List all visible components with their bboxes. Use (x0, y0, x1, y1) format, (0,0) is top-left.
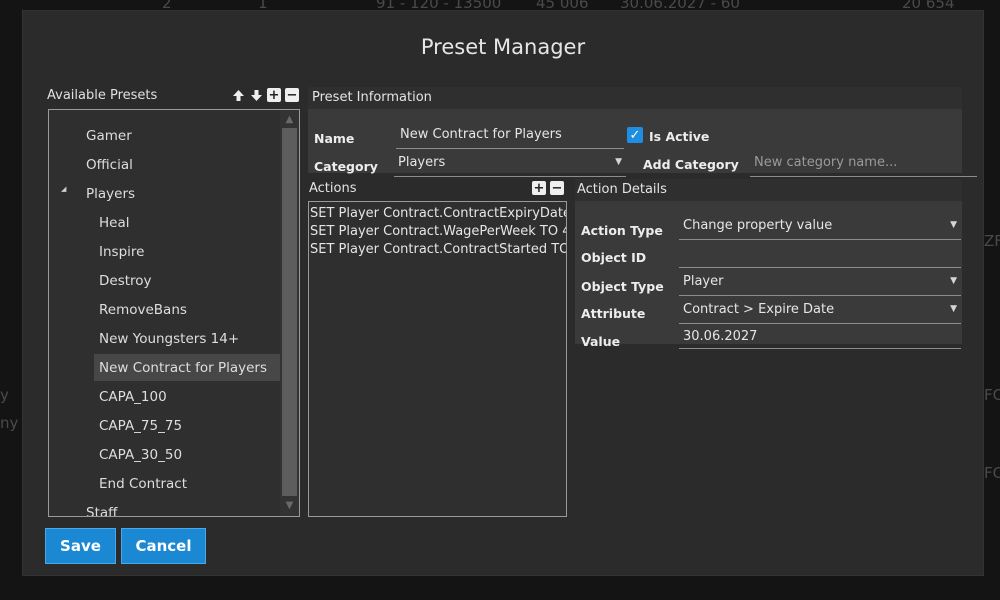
preset-toolbar: + − (231, 88, 299, 102)
tree-item-label: New Youngsters 14+ (99, 330, 240, 347)
add-category-input[interactable]: New category name... (750, 151, 977, 177)
chevron-down-icon: ▼ (950, 304, 957, 314)
chevron-down-icon: ▼ (950, 276, 957, 286)
name-value: New Contract for Players (400, 127, 562, 142)
add-category-placeholder: New category name... (754, 155, 898, 170)
object-type-value: Player (683, 274, 724, 289)
attribute-select[interactable]: Contract > Expire Date ▼ (679, 298, 961, 324)
plus-icon[interactable]: + (267, 88, 281, 102)
category-value: Players (398, 155, 446, 170)
bg-cell: y (0, 386, 9, 404)
tree-item-label: CAPA_100 (99, 388, 167, 405)
add-category-label: Add Category (643, 157, 739, 172)
actions-header: Actions + − (308, 179, 566, 199)
tree-item-label: End Contract (99, 475, 188, 492)
presets-tree[interactable]: Gamer Official Players ◢ Heal Inspire Destroy R… (48, 109, 300, 517)
minus-icon[interactable]: − (285, 88, 299, 102)
tree-item-label: Official (86, 156, 133, 173)
object-id-label: Object ID (581, 250, 647, 265)
is-active-label: Is Active (649, 129, 710, 144)
tree-item[interactable]: Players ◢ (49, 180, 281, 207)
tree-item[interactable]: CAPA_100 (49, 383, 281, 410)
arrow-up-icon[interactable] (231, 88, 245, 102)
save-button[interactable]: Save (45, 528, 116, 564)
tree-item-label: CAPA_75_75 (99, 417, 183, 434)
actions-list[interactable]: SET Player Contract.ContractExpiryDate T… (308, 201, 567, 517)
is-active-checkbox[interactable]: ✓ (627, 127, 643, 143)
list-item[interactable]: SET Player Contract.ContractStarted TO 0… (310, 242, 566, 257)
scroll-thumb[interactable] (282, 128, 297, 496)
category-label: Category (314, 159, 378, 174)
scroll-up-icon[interactable]: ▲ (280, 112, 299, 128)
tree-item[interactable]: Official (49, 151, 281, 178)
object-type-select[interactable]: Player ▼ (679, 270, 961, 296)
minus-icon[interactable]: − (550, 181, 564, 195)
chevron-down-icon: ▼ (615, 157, 622, 167)
action-details-panel: Action Details Action Type Change proper… (575, 179, 962, 349)
tree-item[interactable]: New Youngsters 14+ (49, 325, 281, 352)
plus-icon[interactable]: + (532, 181, 546, 195)
bg-cell: FC (984, 386, 1000, 404)
attribute-label: Attribute (581, 306, 646, 321)
tree-item-label: CAPA_30_50 (99, 446, 183, 463)
tree-item[interactable]: Staff (49, 499, 281, 517)
tree-item-label: Staff (86, 504, 118, 517)
preset-manager-dialog: Preset Manager Available Presets + − Gam… (22, 10, 984, 576)
tree-item-label: Heal (99, 214, 130, 231)
scroll-down-icon[interactable]: ▼ (280, 498, 299, 514)
expander-icon[interactable]: ◢ (61, 185, 66, 193)
action-details-title: Action Details (575, 179, 962, 201)
object-type-label: Object Type (581, 279, 664, 294)
list-item[interactable]: SET Player Contract.ContractExpiryDate T… (310, 206, 566, 221)
bg-cell: ny (0, 414, 19, 432)
tree-item-label: Gamer (86, 127, 132, 144)
action-type-value: Change property value (683, 218, 833, 233)
action-type-label: Action Type (581, 223, 663, 238)
list-item[interactable]: SET Player Contract.WagePerWeek TO 4500 (310, 224, 566, 239)
actions-title: Actions (309, 181, 357, 196)
tree-scrollbar[interactable]: ▲ ▼ (280, 110, 299, 516)
chevron-down-icon: ▼ (950, 220, 957, 230)
cancel-button[interactable]: Cancel (121, 528, 206, 564)
tree-item[interactable]: Gamer (49, 122, 281, 149)
category-select[interactable]: Players ▼ (394, 151, 626, 177)
tree-item[interactable]: New Contract for Players (94, 354, 281, 381)
tree-item-label: Players (86, 185, 136, 202)
tree-item[interactable]: Heal (49, 209, 281, 236)
tree-item-label: New Contract for Players (99, 359, 267, 376)
value-field[interactable]: 30.06.2027 (679, 325, 961, 349)
name-field[interactable]: New Contract for Players (396, 123, 624, 149)
dialog-title: Preset Manager (420, 35, 586, 59)
name-label: Name (314, 131, 355, 146)
tree-item[interactable]: End Contract (49, 470, 281, 497)
tree-item-label: Destroy (99, 272, 152, 289)
tree-item[interactable]: Destroy (49, 267, 281, 294)
object-id-field[interactable] (679, 242, 961, 268)
tree-item[interactable]: CAPA_30_50 (49, 441, 281, 468)
tree-item[interactable]: CAPA_75_75 (49, 412, 281, 439)
tree-item[interactable]: Inspire (49, 238, 281, 265)
available-presets-title: Available Presets (47, 88, 158, 103)
attribute-value: Contract > Expire Date (683, 302, 835, 317)
preset-information-panel: Preset Information Name New Contract for… (308, 87, 977, 177)
available-presets-header: Available Presets + − (47, 86, 299, 108)
value-label: Value (581, 334, 621, 349)
arrow-down-icon[interactable] (249, 88, 263, 102)
tree-item[interactable]: RemoveBans (49, 296, 281, 323)
tree-item-label: RemoveBans (99, 301, 187, 318)
preset-information-title: Preset Information (308, 87, 962, 109)
tree-item-label: Inspire (99, 243, 145, 260)
actions-toolbar: + − (532, 181, 564, 195)
value-value: 30.06.2027 (683, 329, 758, 344)
bg-cell: FC (984, 464, 1000, 482)
action-type-select[interactable]: Change property value ▼ (679, 214, 961, 240)
bg-cell: ZFC (984, 232, 1000, 250)
